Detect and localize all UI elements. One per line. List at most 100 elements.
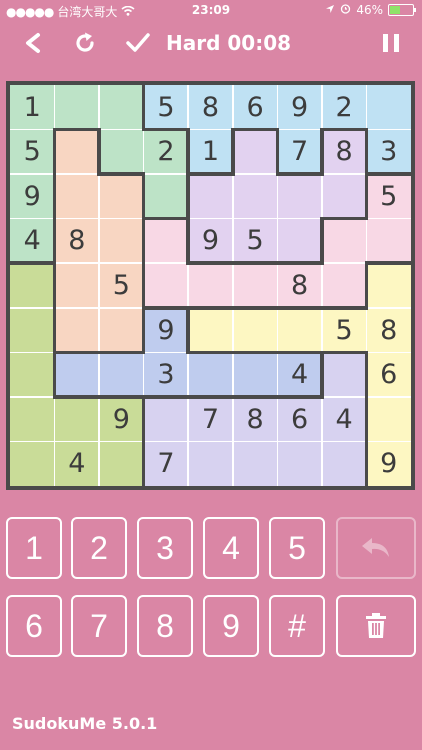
sudoku-cell[interactable]: 4 xyxy=(277,352,322,397)
sudoku-cell[interactable] xyxy=(99,218,144,264)
sudoku-cell[interactable]: 5 xyxy=(99,263,144,308)
sudoku-cell[interactable]: 9 xyxy=(10,174,55,219)
sudoku-cell[interactable] xyxy=(54,307,100,353)
sudoku-cell[interactable] xyxy=(232,352,278,397)
sudoku-cell[interactable]: 1 xyxy=(188,129,233,175)
sudoku-cell[interactable] xyxy=(277,218,322,264)
sudoku-cell[interactable] xyxy=(10,396,55,442)
sudoku-cell[interactable]: 8 xyxy=(54,218,100,264)
sudoku-cell[interactable] xyxy=(232,263,278,308)
sudoku-cell[interactable] xyxy=(321,352,367,397)
sudoku-cell[interactable]: 6 xyxy=(366,352,411,397)
sudoku-cell[interactable]: 4 xyxy=(54,441,100,486)
sudoku-cell[interactable] xyxy=(188,441,233,486)
sudoku-cell[interactable] xyxy=(188,263,233,308)
sudoku-cell[interactable]: 7 xyxy=(143,441,189,486)
pencil-mark-button[interactable]: # xyxy=(269,595,325,657)
sudoku-cell[interactable] xyxy=(54,85,100,130)
sudoku-cell[interactable] xyxy=(232,441,278,486)
digit-2-button[interactable]: 2 xyxy=(71,517,127,579)
sudoku-cell[interactable] xyxy=(54,174,100,219)
sudoku-cell[interactable] xyxy=(232,307,278,353)
sudoku-cell[interactable]: 6 xyxy=(232,85,278,130)
digit-4-button[interactable]: 4 xyxy=(203,517,259,579)
sudoku-cell[interactable] xyxy=(54,396,100,442)
sudoku-cell[interactable]: 4 xyxy=(10,218,55,264)
digit-9-button[interactable]: 9 xyxy=(203,595,259,657)
digit-1-button[interactable]: 1 xyxy=(6,517,62,579)
sudoku-cell[interactable]: 5 xyxy=(321,307,367,353)
sudoku-cell[interactable] xyxy=(143,396,189,442)
sudoku-cell[interactable]: 9 xyxy=(143,307,189,353)
sudoku-cell[interactable] xyxy=(143,174,189,219)
sudoku-cell[interactable] xyxy=(143,218,189,264)
sudoku-cell[interactable]: 9 xyxy=(188,218,233,264)
sudoku-cell[interactable] xyxy=(321,174,367,219)
sudoku-cell[interactable] xyxy=(99,441,144,486)
sudoku-cell[interactable] xyxy=(10,307,55,353)
sudoku-cell[interactable] xyxy=(366,263,411,308)
region-border xyxy=(97,127,101,176)
delete-button[interactable] xyxy=(336,595,416,657)
sudoku-cell[interactable] xyxy=(232,174,278,219)
sudoku-cell[interactable]: 9 xyxy=(99,396,144,442)
sudoku-cell[interactable] xyxy=(188,307,233,353)
sudoku-cell[interactable]: 8 xyxy=(188,85,233,130)
sudoku-cell[interactable] xyxy=(188,352,233,397)
region-border xyxy=(320,350,324,399)
sudoku-cell[interactable]: 2 xyxy=(143,129,189,175)
sudoku-cell[interactable] xyxy=(143,263,189,308)
sudoku-cell[interactable]: 4 xyxy=(321,396,367,442)
sudoku-cell[interactable] xyxy=(54,263,100,308)
sudoku-cell[interactable]: 5 xyxy=(143,85,189,130)
reset-button[interactable] xyxy=(70,28,100,58)
sudoku-cell[interactable] xyxy=(99,129,144,175)
digit-8-button[interactable]: 8 xyxy=(137,595,193,657)
sudoku-cell[interactable] xyxy=(10,441,55,486)
sudoku-cell[interactable] xyxy=(277,307,322,353)
sudoku-cell[interactable] xyxy=(366,218,411,264)
sudoku-cell[interactable]: 8 xyxy=(232,396,278,442)
sudoku-cell[interactable] xyxy=(366,396,411,442)
digit-3-button[interactable]: 3 xyxy=(137,517,193,579)
sudoku-cell[interactable]: 5 xyxy=(366,174,411,219)
sudoku-cell[interactable] xyxy=(277,441,322,486)
pause-button[interactable] xyxy=(376,28,406,58)
sudoku-cell[interactable]: 9 xyxy=(277,85,322,130)
sudoku-cell[interactable]: 1 xyxy=(10,85,55,130)
sudoku-cell[interactable] xyxy=(277,174,322,219)
sudoku-cell[interactable] xyxy=(232,129,278,175)
sudoku-cell[interactable] xyxy=(99,352,144,397)
check-button[interactable] xyxy=(122,28,154,58)
sudoku-cell[interactable] xyxy=(10,352,55,397)
sudoku-cell[interactable]: 2 xyxy=(321,85,367,130)
sudoku-cell[interactable]: 9 xyxy=(366,441,411,486)
sudoku-cell[interactable]: 3 xyxy=(366,129,411,175)
sudoku-cell[interactable] xyxy=(188,174,233,219)
sudoku-cell[interactable] xyxy=(99,174,144,219)
sudoku-cell[interactable]: 7 xyxy=(277,129,322,175)
sudoku-cell[interactable]: 6 xyxy=(277,396,322,442)
undo-button[interactable] xyxy=(336,517,416,579)
sudoku-cell[interactable] xyxy=(321,441,367,486)
digit-7-button[interactable]: 7 xyxy=(71,595,127,657)
sudoku-cell[interactable] xyxy=(54,129,100,175)
sudoku-cell[interactable]: 7 xyxy=(188,396,233,442)
sudoku-cell[interactable]: 8 xyxy=(277,263,322,308)
back-button[interactable] xyxy=(18,28,48,58)
sudoku-cell[interactable]: 5 xyxy=(10,129,55,175)
sudoku-cell[interactable] xyxy=(321,218,367,264)
sudoku-cell[interactable] xyxy=(321,263,367,308)
sudoku-cell[interactable] xyxy=(99,85,144,130)
sudoku-cell[interactable]: 8 xyxy=(366,307,411,353)
sudoku-cell[interactable] xyxy=(99,307,144,353)
sudoku-cell[interactable]: 3 xyxy=(143,352,189,397)
digit-5-button[interactable]: 5 xyxy=(269,517,325,579)
sudoku-cell[interactable]: 8 xyxy=(321,129,367,175)
sudoku-cell[interactable] xyxy=(54,352,100,397)
sudoku-cell[interactable] xyxy=(10,263,55,308)
region-border xyxy=(186,306,235,310)
sudoku-cell[interactable]: 5 xyxy=(232,218,278,264)
sudoku-cell[interactable] xyxy=(366,85,411,130)
digit-6-button[interactable]: 6 xyxy=(6,595,62,657)
